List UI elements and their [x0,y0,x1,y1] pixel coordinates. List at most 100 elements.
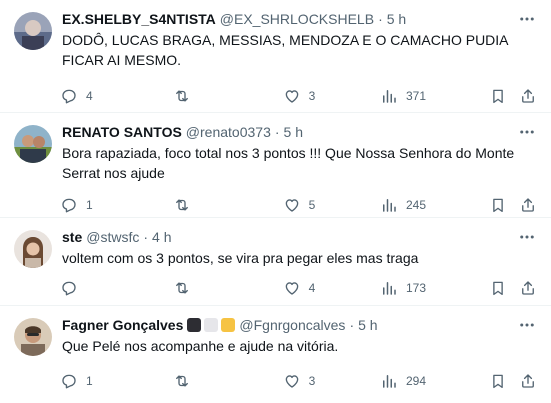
like-button[interactable]: 5 [283,196,380,214]
tweet[interactable]: EX.SHELBY_S4NTISTA @EX_SHRLOCKSHELB · 5 … [0,0,551,113]
views-count: 371 [406,89,427,103]
views-icon [380,87,398,105]
black-square-badge [187,318,202,332]
reply-button[interactable]: 1 [60,372,173,390]
views-icon [380,372,398,390]
views-icon [380,196,398,214]
avatar[interactable] [14,230,52,268]
tweet[interactable]: ste @stwsfc · 4 h voltem com os 3 pontos… [0,218,551,306]
like-button[interactable]: 4 [283,279,380,297]
views-button[interactable]: 294 [380,372,489,390]
retweet-button[interactable] [173,196,282,214]
avatar[interactable] [14,125,52,163]
tweet-text: Que Pelé nos acompanhe e ajude na vitóri… [62,338,339,354]
separator: · [143,229,149,245]
views-icon [380,279,398,297]
more-icon[interactable] [517,123,537,141]
reply-count: 4 [86,89,93,103]
reply-icon [60,372,78,390]
share-button[interactable] [519,87,539,105]
author-name[interactable]: RENATO SANTOS [62,123,182,141]
tweet-header: EX.SHELBY_S4NTISTA @EX_SHRLOCKSHELB · 5 … [62,10,539,28]
views-count: 173 [406,281,427,295]
tweet[interactable]: Fagner Gonçalves @Fgnrgoncalves · 5 h Qu… [0,306,551,403]
reply-icon [60,279,78,297]
retweet-icon [173,372,191,390]
share-icon [519,196,537,214]
tweet-header: RENATO SANTOS @renato0373 · 5 h [62,123,539,141]
share-button[interactable] [519,279,539,297]
yellow-square-badge [221,318,236,332]
white-square-badge [204,318,219,332]
author-name[interactable]: ste [62,228,82,246]
separator: · [274,124,280,140]
like-icon [283,279,301,297]
action-bar: 4 173 [60,268,539,308]
separator: · [349,317,355,333]
views-count: 245 [406,198,427,212]
share-icon [519,372,537,390]
retweet-icon [173,87,191,105]
tweet-text: Bora rapaziada, foco total nos 3 pontos … [62,145,515,181]
views-count: 294 [406,374,427,388]
like-button[interactable]: 3 [283,87,380,105]
more-icon[interactable] [517,10,537,28]
bookmark-button[interactable] [489,87,519,105]
share-button[interactable] [519,372,539,390]
retweet-icon [173,196,191,214]
tweet-header: Fagner Gonçalves @Fgnrgoncalves · 5 h [62,316,539,334]
bookmark-button[interactable] [489,196,519,214]
reply-feed: EX.SHELBY_S4NTISTA @EX_SHRLOCKSHELB · 5 … [0,0,551,403]
action-bar: 1 3 294 [60,361,539,401]
like-button[interactable]: 3 [283,372,380,390]
author-handle[interactable]: @Fgnrgoncalves [239,316,345,334]
bookmark-icon [489,87,507,105]
like-count: 5 [308,198,316,212]
reply-icon [60,87,78,105]
like-icon [283,196,301,214]
timestamp[interactable]: 5 h [284,123,303,141]
reply-button[interactable]: 4 [60,87,173,105]
timestamp[interactable]: 5 h [358,316,377,334]
tweet-header: ste @stwsfc · 4 h [62,228,539,246]
timestamp[interactable]: 5 h [387,10,406,28]
author-name[interactable]: EX.SHELBY_S4NTISTA [62,10,216,28]
share-button[interactable] [519,196,539,214]
bookmark-button[interactable] [489,279,519,297]
retweet-button[interactable] [173,279,282,297]
tweet[interactable]: RENATO SANTOS @renato0373 · 5 h Bora rap… [0,113,551,218]
bookmark-icon [489,196,507,214]
author-handle[interactable]: @EX_SHRLOCKSHELB [220,10,374,28]
reply-count: 1 [86,374,93,388]
views-button[interactable]: 173 [380,279,489,297]
bookmark-button[interactable] [489,372,519,390]
retweet-button[interactable] [173,87,282,105]
views-button[interactable]: 245 [380,196,489,214]
reply-button[interactable] [60,279,173,297]
tweet-text: DODÔ, LUCAS BRAGA, MESSIAS, MENDOZA E O … [62,32,508,68]
reply-icon [60,196,78,214]
like-count: 3 [308,374,316,388]
author-handle[interactable]: @stwsfc [86,228,139,246]
share-icon [519,279,537,297]
retweet-icon [173,279,191,297]
more-icon[interactable] [517,316,537,334]
views-button[interactable]: 371 [380,87,489,105]
avatar[interactable] [14,12,52,50]
share-icon [519,87,537,105]
timestamp[interactable]: 4 h [152,228,171,246]
retweet-button[interactable] [173,372,282,390]
flag-badges [187,318,236,332]
like-count: 4 [308,281,316,295]
reply-button[interactable]: 1 [60,196,173,214]
author-handle[interactable]: @renato0373 [186,123,271,141]
like-count: 3 [308,89,316,103]
bookmark-icon [489,279,507,297]
author-name[interactable]: Fagner Gonçalves [62,316,183,334]
avatar[interactable] [14,318,52,356]
more-icon[interactable] [517,228,537,246]
action-bar: 4 3 371 [60,76,539,116]
like-icon [283,372,301,390]
separator: · [378,11,383,27]
tweet-text: voltem com os 3 pontos, se vira pra pega… [62,250,419,266]
